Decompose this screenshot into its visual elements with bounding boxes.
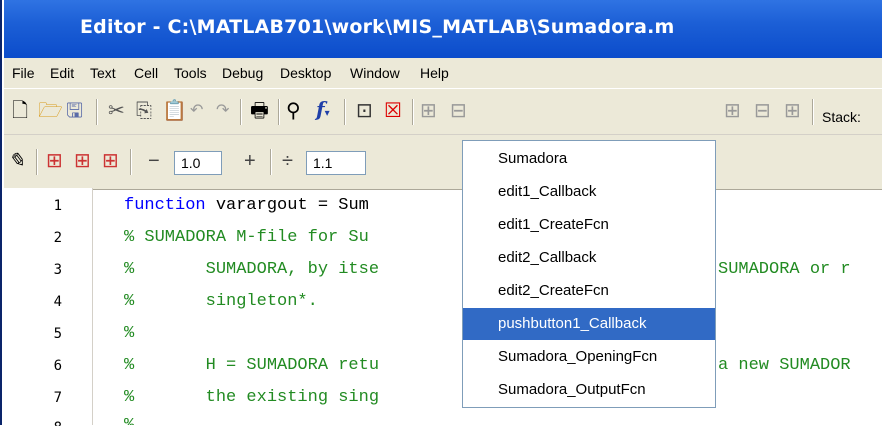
new-file-icon[interactable]: 🗋 bbox=[12, 101, 28, 121]
step-in-icon[interactable]: ⊟ bbox=[450, 101, 467, 121]
breakpoint-clear-icon[interactable]: ☒ bbox=[384, 101, 402, 121]
divide-value-input[interactable]: 1.1 bbox=[306, 151, 366, 175]
line-number: 5 bbox=[53, 326, 62, 342]
menu-window[interactable]: Window bbox=[350, 65, 400, 81]
menu-item-function[interactable]: edit2_CreateFcn bbox=[463, 275, 715, 307]
menu-file[interactable]: File bbox=[12, 65, 35, 81]
menu-bar: File Edit Text Cell Tools Debug Desktop … bbox=[4, 58, 882, 88]
menu-item-function[interactable]: edit1_Callback bbox=[463, 176, 715, 208]
code-fragment: SUMADORA or r bbox=[718, 260, 851, 279]
menu-item-function-selected[interactable]: pushbutton1_Callback bbox=[463, 308, 715, 340]
eval-file-icon[interactable]: ⊞ bbox=[102, 151, 119, 171]
menu-item-function[interactable]: Sumadora bbox=[463, 143, 715, 175]
title-bar[interactable]: Editor - C:\MATLAB701\work\MIS_MATLAB\Su… bbox=[4, 0, 882, 58]
divide-button[interactable]: ÷ bbox=[282, 151, 293, 171]
toolbar-separator bbox=[36, 149, 38, 175]
save-icon[interactable]: 🖫 bbox=[66, 101, 83, 121]
function-icon[interactable]: f▾ bbox=[316, 99, 330, 124]
code-line: % SUMADORA, by itse bbox=[124, 260, 380, 279]
undo-icon[interactable]: ↶ bbox=[190, 101, 203, 121]
print-icon[interactable]: 🖶 bbox=[250, 101, 269, 121]
menu-tools[interactable]: Tools bbox=[174, 65, 207, 81]
menu-item-function[interactable]: Sumadora_OutputFcn bbox=[463, 374, 715, 406]
line-number: 2 bbox=[53, 230, 62, 246]
main-toolbar: 🗋 🗁 🖫 ✂ ⎘ 📋 ↶ ↷ 🖶 ⚲ f▾ ⊡ ☒ ⊞ ⊟ ⊞ ⊟ ⊞ Sta… bbox=[4, 88, 882, 135]
copy-icon[interactable]: ⎘ bbox=[136, 101, 152, 121]
menu-edit[interactable]: Edit bbox=[50, 65, 74, 81]
cell-mode-icon[interactable]: ✎ bbox=[8, 151, 25, 171]
increment-value-input[interactable]: 1.0 bbox=[174, 151, 222, 175]
toolbar-separator bbox=[812, 99, 814, 125]
eval-cell-advance-icon[interactable]: ⊞ bbox=[74, 151, 91, 171]
eval-cell-icon[interactable]: ⊞ bbox=[46, 151, 63, 171]
toolbar-separator bbox=[278, 99, 280, 125]
line-number: 8 bbox=[4, 420, 62, 426]
exit-debug-icon[interactable]: ⊞ bbox=[784, 101, 801, 121]
cell-toolbar: ✎ ⊞ ⊞ ⊞ − 1.0 + ÷ 1.1 bbox=[4, 134, 882, 190]
menu-help[interactable]: Help bbox=[420, 65, 449, 81]
paste-icon[interactable]: 📋 bbox=[162, 101, 187, 121]
window-title: Editor - C:\MATLAB701\work\MIS_MATLAB\Su… bbox=[80, 16, 675, 38]
toolbar-separator bbox=[240, 99, 242, 125]
stack-label: Stack: bbox=[822, 109, 861, 125]
line-number: 1 bbox=[53, 198, 62, 214]
code-line: % SUMADORA M-file for Su bbox=[124, 228, 369, 247]
menu-item-function[interactable]: Sumadora_OpeningFcn bbox=[463, 341, 715, 373]
redo-icon[interactable]: ↷ bbox=[216, 101, 229, 121]
toolbar-separator bbox=[96, 99, 98, 125]
menu-cell[interactable]: Cell bbox=[134, 65, 158, 81]
decrement-button[interactable]: − bbox=[148, 151, 160, 171]
code-line: % bbox=[124, 416, 134, 425]
toolbar-separator bbox=[344, 99, 346, 125]
code-line: % the existing sing bbox=[124, 388, 380, 407]
find-icon[interactable]: ⚲ bbox=[286, 101, 301, 121]
menu-text[interactable]: Text bbox=[90, 65, 116, 81]
increment-button[interactable]: + bbox=[244, 151, 256, 171]
breakpoint-set-icon[interactable]: ⊡ bbox=[356, 101, 373, 121]
line-number-gutter: 1 2 3 4 5 6 7 8 bbox=[4, 188, 93, 426]
menu-item-function[interactable]: edit1_CreateFcn bbox=[463, 209, 715, 241]
continue-icon[interactable]: ⊟ bbox=[754, 101, 771, 121]
line-number: 4 bbox=[53, 294, 62, 310]
menu-item-function[interactable]: edit2_Callback bbox=[463, 242, 715, 274]
function-dropdown-menu: Sumadora edit1_Callback edit1_CreateFcn … bbox=[462, 140, 716, 408]
code-line: % H = SUMADORA retu bbox=[124, 356, 380, 375]
step-out-icon[interactable]: ⊞ bbox=[724, 101, 741, 121]
cut-icon[interactable]: ✂ bbox=[108, 101, 125, 121]
code-line: function varargout = Sum bbox=[124, 196, 369, 215]
editor-window: Editor - C:\MATLAB701\work\MIS_MATLAB\Su… bbox=[0, 0, 882, 426]
code-line: % bbox=[124, 324, 135, 343]
toolbar-separator bbox=[130, 149, 132, 175]
toolbar-separator bbox=[270, 149, 272, 175]
step-icon[interactable]: ⊞ bbox=[420, 101, 437, 121]
code-fragment: a new SUMADOR bbox=[718, 356, 851, 375]
line-number: 6 bbox=[53, 358, 62, 374]
menu-debug[interactable]: Debug bbox=[222, 65, 263, 81]
code-line: % singleton*. bbox=[124, 292, 318, 311]
line-number: 7 bbox=[53, 390, 62, 406]
line-number: 3 bbox=[53, 262, 62, 278]
open-folder-icon[interactable]: 🗁 bbox=[38, 101, 63, 121]
menu-desktop[interactable]: Desktop bbox=[280, 65, 331, 81]
toolbar-separator bbox=[412, 99, 414, 125]
